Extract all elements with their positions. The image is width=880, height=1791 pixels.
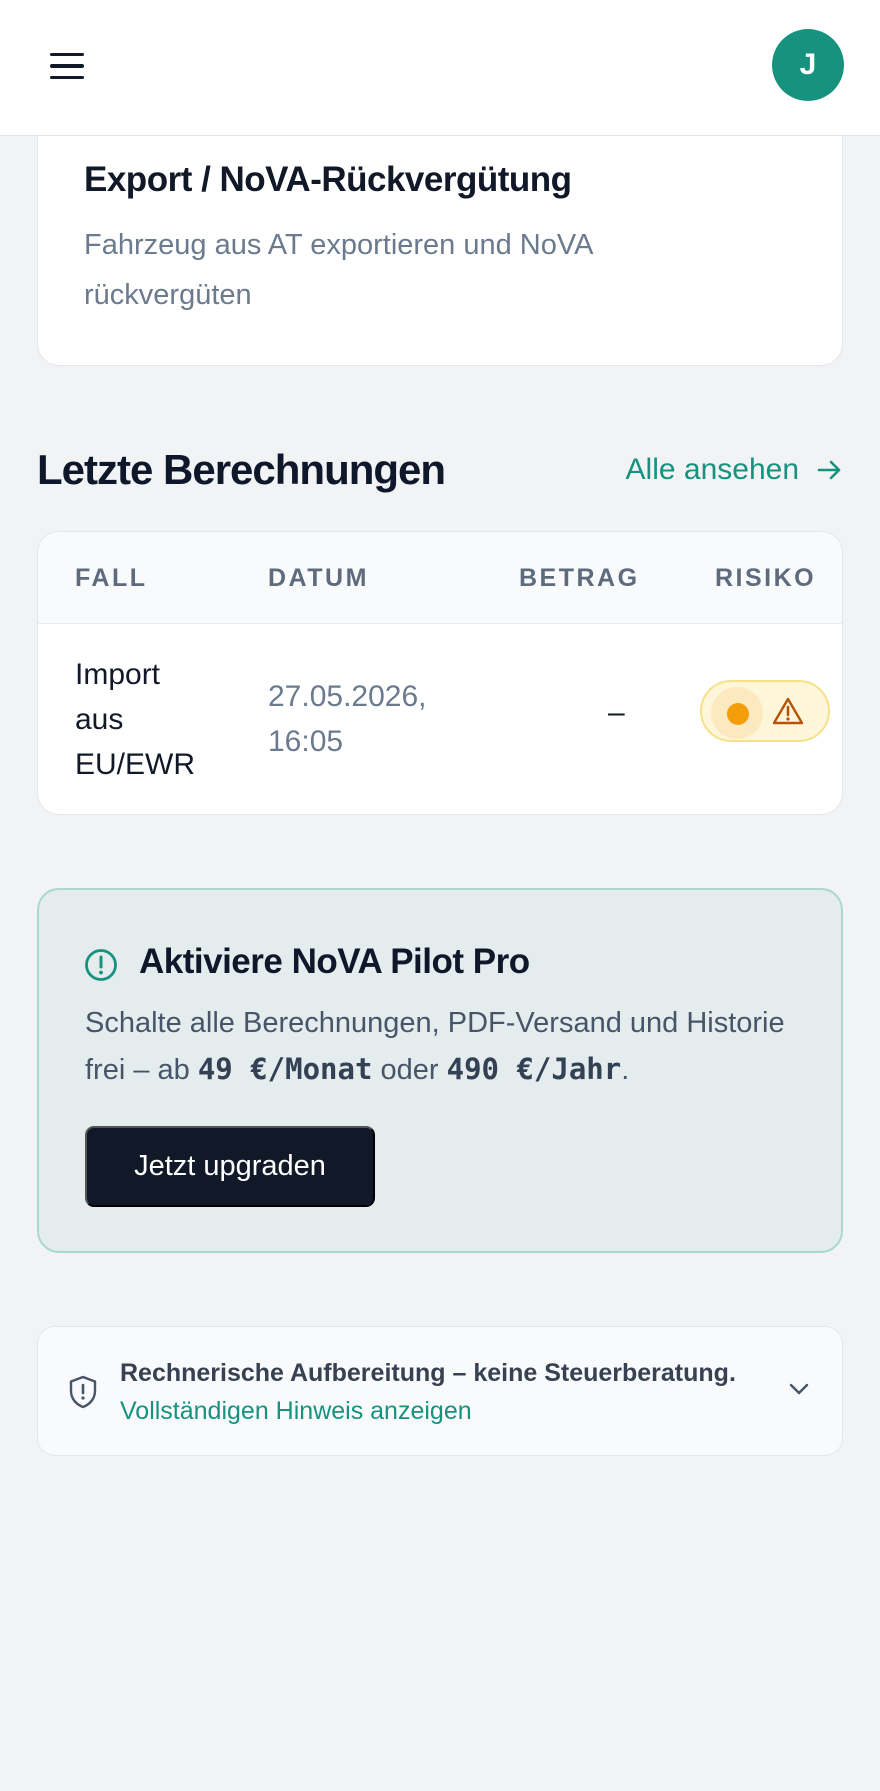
price-yearly: 490 €/Jahr	[446, 1052, 622, 1086]
see-all-label: Alle ansehen	[625, 453, 799, 486]
export-nova-card[interactable]: Export / NoVA-Rückvergütung Fahrzeug aus…	[37, 120, 843, 366]
avatar-initial: J	[799, 48, 817, 81]
recent-calculations-header: Letzte Berechnungen Alle ansehen	[37, 440, 843, 500]
disclaimer-panel[interactable]: Rechnerische Aufbereitung – keine Steuer…	[37, 1326, 843, 1456]
upgrade-promo-card: Aktiviere NoVA Pilot Pro Schalte alle Be…	[37, 888, 843, 1253]
cell-fall: Import aus EU/EWR	[75, 658, 195, 781]
shield-icon	[69, 1375, 97, 1409]
calculations-table: FALL DATUM BETRAG RISIKO Import aus EU/E…	[37, 531, 843, 815]
column-header-fall: FALL	[75, 564, 148, 592]
column-header-risiko: RISIKO	[715, 564, 817, 592]
column-header-datum: DATUM	[268, 564, 369, 592]
promo-title: Aktiviere NoVA Pilot Pro	[139, 942, 530, 981]
promo-text-after: .	[621, 1054, 630, 1086]
menu-line	[50, 52, 84, 57]
column-header-betrag: BETRAG	[519, 564, 640, 592]
price-monthly: 49 €/Monat	[197, 1052, 373, 1086]
warning-triangle-icon	[772, 697, 804, 725]
info-circle-icon	[85, 949, 117, 981]
top-bar: J	[0, 0, 880, 136]
cell-datum: 27.05.2026, 16:05	[268, 680, 427, 758]
risk-status-dot	[727, 703, 749, 725]
cell-betrag: –	[608, 696, 625, 729]
avatar[interactable]: J	[772, 29, 844, 101]
promo-text: Schalte alle Berechnungen, PDF-Versand u…	[85, 1000, 815, 1093]
menu-line	[50, 64, 84, 68]
table-header: FALL DATUM BETRAG RISIKO	[38, 532, 842, 624]
disclaimer-text: Rechnerische Aufbereitung – keine Steuer…	[120, 1359, 736, 1387]
export-card-title: Export / NoVA-Rückvergütung	[84, 160, 572, 199]
hamburger-menu-icon[interactable]	[50, 46, 104, 86]
see-all-link[interactable]: Alle ansehen	[626, 453, 843, 487]
upgrade-button[interactable]: Jetzt upgraden	[85, 1126, 375, 1207]
disclaimer-link[interactable]: Vollständigen Hinweis anzeigen	[120, 1397, 472, 1426]
table-row[interactable]: Import aus EU/EWR 27.05.2026, 16:05 –	[38, 624, 842, 814]
chevron-down-icon[interactable]	[788, 1381, 810, 1397]
risk-badge	[700, 680, 830, 742]
promo-text-middle: oder	[372, 1054, 447, 1086]
arrow-right-icon	[817, 460, 841, 480]
section-title: Letzte Berechnungen	[37, 446, 446, 493]
menu-line	[50, 75, 84, 80]
export-card-description: Fahrzeug aus AT exportieren und NoVA rüc…	[84, 229, 592, 311]
